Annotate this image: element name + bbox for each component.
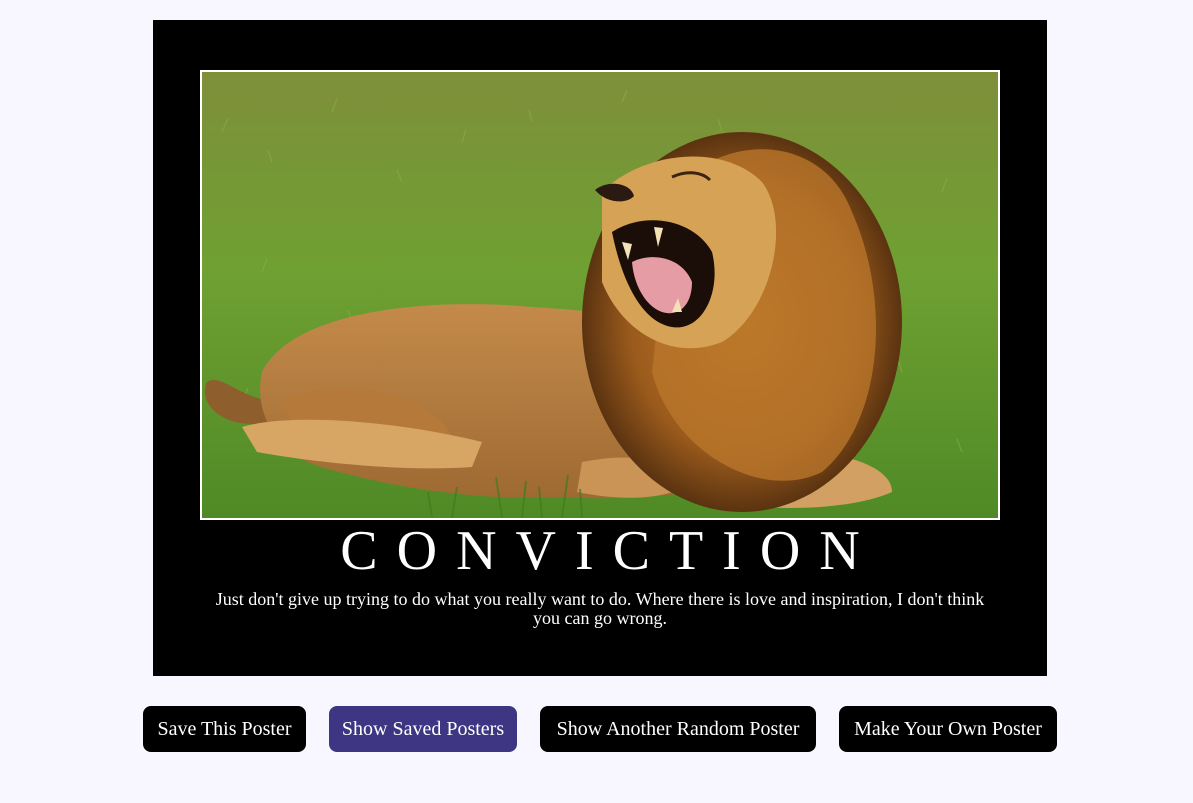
poster: CONVICTION Just don't give up trying to … xyxy=(153,20,1047,676)
lion-illustration xyxy=(202,72,998,518)
show-random-poster-button[interactable]: Show Another Random Poster xyxy=(540,706,816,752)
poster-title: CONVICTION xyxy=(340,520,879,582)
make-own-poster-button[interactable]: Make Your Own Poster xyxy=(839,706,1057,752)
poster-quote: Just don't give up trying to do what you… xyxy=(215,589,985,628)
save-poster-button[interactable]: Save This Poster xyxy=(143,706,306,752)
poster-image xyxy=(200,70,1000,520)
show-saved-posters-button[interactable]: Show Saved Posters xyxy=(329,706,517,752)
poster-controls: Save This Poster Show Saved Posters Show… xyxy=(143,706,1057,752)
